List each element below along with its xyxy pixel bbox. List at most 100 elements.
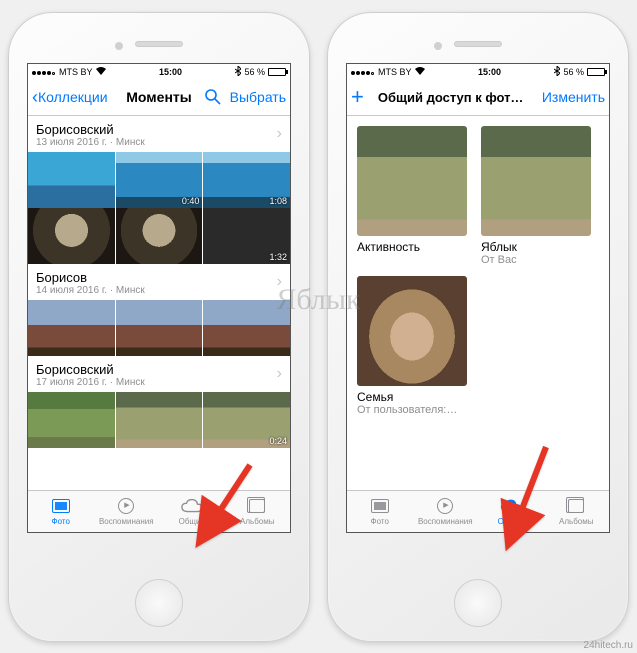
- photo-thumbnail[interactable]: [28, 300, 115, 356]
- front-camera: [434, 42, 442, 50]
- photo-thumbnail[interactable]: 1:08: [203, 152, 290, 208]
- shared-albums-content[interactable]: АктивностьЯблыкОт ВасСемьяОт пользовател…: [347, 116, 609, 490]
- back-label: Коллекции: [38, 89, 108, 105]
- back-button[interactable]: ‹ Коллекции: [32, 88, 108, 106]
- tab-cloud[interactable]: Общие: [478, 491, 544, 532]
- screen-left: MTS BY 15:00 56 % ‹ Колл: [27, 63, 291, 533]
- album-name: Активность: [357, 240, 467, 254]
- chevron-right-icon: ›: [277, 125, 282, 143]
- tab-memories[interactable]: Воспоминания: [413, 491, 479, 532]
- home-button[interactable]: [135, 579, 183, 627]
- tab-photos[interactable]: Фото: [347, 491, 413, 532]
- tab-photos[interactable]: Фото: [28, 491, 94, 532]
- shared-album[interactable]: Активность: [357, 126, 467, 266]
- battery-icon: [268, 68, 286, 76]
- nav-title: Общий доступ к фото iCl…: [378, 90, 528, 105]
- wifi-icon: [415, 67, 425, 77]
- tab-label: Альбомы: [559, 517, 593, 526]
- moment-header[interactable]: Борисов14 июля 2016 г. · Минск›: [28, 264, 290, 300]
- photos-icon: [50, 497, 72, 515]
- moment-header[interactable]: Борисовский17 июля 2016 г. · Минск›: [28, 356, 290, 392]
- moment-header[interactable]: Борисовский13 июля 2016 г. · Минск›: [28, 116, 290, 152]
- video-duration: 1:08: [269, 196, 287, 206]
- album-thumbnail: [357, 276, 467, 386]
- photo-thumbnail[interactable]: [116, 300, 203, 356]
- credits: 24hitech.ru: [584, 640, 633, 651]
- search-icon[interactable]: [204, 88, 222, 106]
- album-thumbnail: [357, 126, 467, 236]
- battery-icon: [587, 68, 605, 76]
- select-button[interactable]: Выбрать: [230, 89, 286, 105]
- video-duration: 0:24: [269, 436, 287, 446]
- tab-label: Воспоминания: [418, 517, 473, 526]
- iphone-device-right: MTS BY 15:00 56 % +: [327, 12, 629, 642]
- edit-button[interactable]: Изменить: [542, 89, 605, 105]
- album-owner: От пользователя:…: [357, 404, 467, 416]
- tab-bar: Фото Воспоминания Общие Альбомы: [28, 490, 290, 532]
- moment-subtitle: 17 июля 2016 г. · Минск: [36, 377, 282, 388]
- photo-thumbnail[interactable]: [28, 392, 115, 448]
- photo-thumbnail[interactable]: [28, 208, 115, 264]
- signal-dots: [351, 67, 375, 77]
- album-thumbnail: [481, 126, 591, 236]
- chevron-right-icon: ›: [277, 365, 282, 383]
- wifi-icon: [96, 67, 106, 77]
- tab-label: Альбомы: [240, 517, 274, 526]
- select-label: Выбрать: [230, 89, 286, 105]
- tab-bar: Фото Воспоминания Общие Альбомы: [347, 490, 609, 532]
- photo-thumbnail[interactable]: [116, 392, 203, 448]
- home-button[interactable]: [454, 579, 502, 627]
- battery-pct: 56 %: [563, 67, 584, 77]
- photo-thumbnail[interactable]: 0:24: [203, 392, 290, 448]
- status-bar: MTS BY 15:00 56 %: [28, 64, 290, 80]
- bluetooth-icon: [554, 66, 560, 78]
- cloud-icon: [181, 497, 203, 515]
- tab-label: Общие: [498, 517, 524, 526]
- battery-pct: 56 %: [244, 67, 265, 77]
- speaker: [135, 41, 183, 47]
- add-button[interactable]: +: [351, 86, 364, 108]
- tab-cloud[interactable]: Общие: [159, 491, 225, 532]
- status-bar: MTS BY 15:00 56 %: [347, 64, 609, 80]
- moment-title: Борисов: [36, 270, 282, 285]
- moment-subtitle: 13 июля 2016 г. · Минск: [36, 137, 282, 148]
- albums-icon: [565, 497, 587, 515]
- tab-label: Общие: [179, 517, 205, 526]
- carrier-label: MTS BY: [378, 67, 412, 77]
- albums-icon: [246, 497, 268, 515]
- photo-thumbnail[interactable]: [28, 152, 115, 208]
- cloud-icon: [500, 497, 522, 515]
- tab-albums[interactable]: Альбомы: [225, 491, 291, 532]
- iphone-device-left: MTS BY 15:00 56 % ‹ Колл: [8, 12, 310, 642]
- moments-content[interactable]: Борисовский13 июля 2016 г. · Минск›0:401…: [28, 116, 290, 490]
- tab-memories[interactable]: Воспоминания: [94, 491, 160, 532]
- album-name: Семья: [357, 390, 467, 404]
- memories-icon: [434, 497, 456, 515]
- album-name: Яблык: [481, 240, 591, 254]
- shared-album[interactable]: ЯблыкОт Вас: [481, 126, 591, 266]
- watermark: Яблык: [276, 283, 360, 317]
- album-owner: От Вас: [481, 254, 591, 266]
- moment-title: Борисовский: [36, 122, 282, 137]
- signal-dots: [32, 67, 56, 77]
- tab-label: Воспоминания: [99, 517, 154, 526]
- photo-thumbnail[interactable]: [116, 208, 203, 264]
- status-time: 15:00: [106, 67, 236, 77]
- tab-label: Фото: [52, 517, 70, 526]
- nav-bar: + Общий доступ к фото iCl… Изменить: [347, 80, 609, 116]
- video-duration: 1:32: [269, 252, 287, 262]
- photo-thumbnail[interactable]: 0:40: [116, 152, 203, 208]
- photo-thumbnail[interactable]: 1:32: [203, 208, 290, 264]
- moment-title: Борисовский: [36, 362, 282, 377]
- screen-right: MTS BY 15:00 56 % +: [346, 63, 610, 533]
- memories-icon: [115, 497, 137, 515]
- tab-label: Фото: [371, 517, 389, 526]
- edit-label: Изменить: [542, 89, 605, 105]
- shared-album[interactable]: СемьяОт пользователя:…: [357, 276, 467, 416]
- bluetooth-icon: [235, 66, 241, 78]
- front-camera: [115, 42, 123, 50]
- status-time: 15:00: [425, 67, 555, 77]
- tab-albums[interactable]: Альбомы: [544, 491, 610, 532]
- video-duration: 0:40: [182, 196, 200, 206]
- carrier-label: MTS BY: [59, 67, 93, 77]
